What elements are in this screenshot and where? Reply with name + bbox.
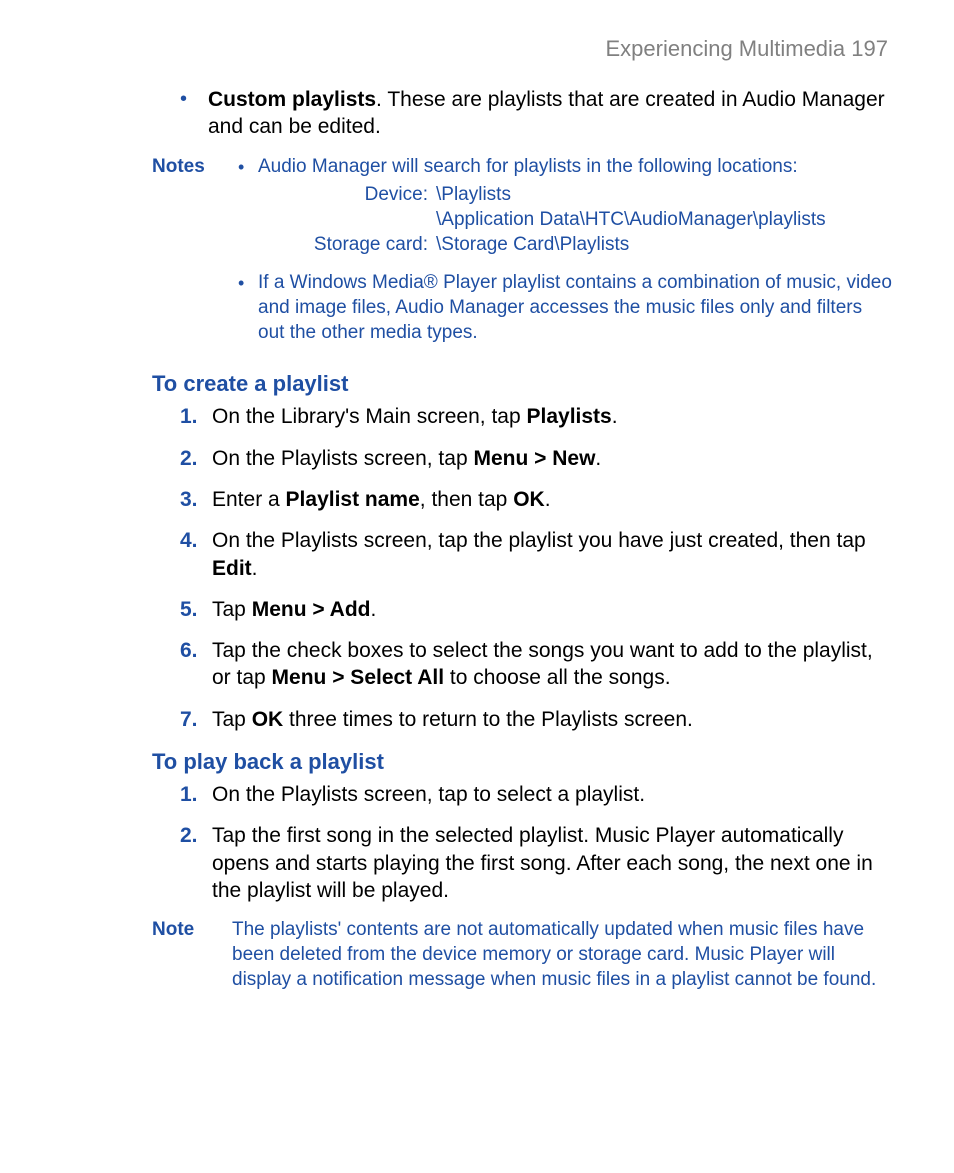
- note-text: If a Windows Media® Player playlist cont…: [258, 271, 892, 345]
- loc-key-empty: [306, 208, 436, 233]
- create-steps: 1. On the Library's Main screen, tap Pla…: [180, 403, 882, 733]
- loc-row-device: Device: \Playlists: [306, 183, 892, 208]
- t: .: [595, 447, 601, 470]
- t: .: [371, 598, 377, 621]
- t: Playlist name: [286, 488, 420, 511]
- step-number: 3.: [180, 486, 212, 513]
- list-item: 1. On the Library's Main screen, tap Pla…: [180, 403, 882, 430]
- t: .: [612, 405, 618, 428]
- locations-table: Device: \Playlists \Application Data\HTC…: [306, 183, 892, 257]
- note-item: • If a Windows Media® Player playlist co…: [238, 271, 892, 345]
- step-text: On the Library's Main screen, tap Playli…: [212, 403, 882, 430]
- t: Menu > New: [473, 447, 595, 470]
- loc-row-card: Storage card: \Storage Card\Playlists: [306, 233, 892, 258]
- t: On the Library's Main screen, tap: [212, 405, 527, 428]
- t: three times to return to the Playlists s…: [283, 708, 693, 731]
- t: Menu > Add: [252, 598, 371, 621]
- step-number: 7.: [180, 706, 212, 733]
- list-item: 4. On the Playlists screen, tap the play…: [180, 527, 882, 582]
- loc-key: Storage card:: [306, 233, 436, 258]
- t: Enter a: [212, 488, 286, 511]
- note-label: Note: [152, 918, 232, 992]
- step-number: 5.: [180, 596, 212, 623]
- t: .: [545, 488, 551, 511]
- running-header: Experiencing Multimedia 197: [62, 36, 892, 62]
- intro-bullet: • Custom playlists. These are playlists …: [180, 86, 892, 141]
- heading-create-playlist: To create a playlist: [152, 371, 892, 397]
- loc-val: \Storage Card\Playlists: [436, 233, 892, 258]
- loc-key: Device:: [306, 183, 436, 208]
- loc-row-device2: \Application Data\HTC\AudioManager\playl…: [306, 208, 892, 233]
- note-text: Audio Manager will search for playlists …: [258, 155, 892, 262]
- notes-label: Notes: [152, 155, 238, 356]
- t: OK: [513, 488, 545, 511]
- page: Experiencing Multimedia 197 • Custom pla…: [0, 0, 954, 992]
- t: OK: [252, 708, 284, 731]
- play-steps: 1. On the Playlists screen, tap to selec…: [180, 781, 882, 904]
- step-text: On the Playlists screen, tap Menu > New.: [212, 445, 882, 472]
- loc-val: \Playlists: [436, 183, 892, 208]
- step-number: 2.: [180, 445, 212, 472]
- note-text: The playlists' contents are not automati…: [232, 918, 892, 992]
- step-number: 2.: [180, 822, 212, 904]
- intro-text: Custom playlists. These are playlists th…: [208, 86, 892, 141]
- step-number: 6.: [180, 637, 212, 692]
- step-text: Tap the first song in the selected playl…: [212, 822, 882, 904]
- t: On the Playlists screen, tap: [212, 447, 473, 470]
- note-block: Note The playlists' contents are not aut…: [152, 918, 892, 992]
- loc-val: \Application Data\HTC\AudioManager\playl…: [436, 208, 892, 233]
- step-text: On the Playlists screen, tap to select a…: [212, 781, 882, 808]
- step-number: 1.: [180, 403, 212, 430]
- t: On the Playlists screen, tap the playlis…: [212, 529, 866, 552]
- t: .: [252, 557, 258, 580]
- t: Edit: [212, 557, 252, 580]
- bullet-icon: •: [238, 271, 258, 345]
- notes-body: • Audio Manager will search for playlist…: [238, 155, 892, 356]
- list-item: 2. On the Playlists screen, tap Menu > N…: [180, 445, 882, 472]
- intro-bold: Custom playlists: [208, 88, 376, 111]
- step-text: Tap OK three times to return to the Play…: [212, 706, 882, 733]
- list-item: 2. Tap the first song in the selected pl…: [180, 822, 882, 904]
- list-item: 1. On the Playlists screen, tap to selec…: [180, 781, 882, 808]
- t: Tap: [212, 708, 252, 731]
- list-item: 5. Tap Menu > Add.: [180, 596, 882, 623]
- step-text: Enter a Playlist name, then tap OK.: [212, 486, 882, 513]
- t: Tap: [212, 598, 252, 621]
- step-number: 1.: [180, 781, 212, 808]
- bullet-icon: •: [238, 155, 258, 262]
- t: Menu > Select All: [272, 666, 445, 689]
- list-item: 7. Tap OK three times to return to the P…: [180, 706, 882, 733]
- heading-play-playlist: To play back a playlist: [152, 749, 892, 775]
- step-text: Tap the check boxes to select the songs …: [212, 637, 882, 692]
- note-item: • Audio Manager will search for playlist…: [238, 155, 892, 262]
- list-item: 6. Tap the check boxes to select the son…: [180, 637, 882, 692]
- notes-block: Notes • Audio Manager will search for pl…: [152, 155, 892, 356]
- list-item: 3. Enter a Playlist name, then tap OK.: [180, 486, 882, 513]
- step-text: On the Playlists screen, tap the playlis…: [212, 527, 882, 582]
- t: , then tap: [420, 488, 513, 511]
- bullet-icon: •: [180, 86, 208, 141]
- note1-lead: Audio Manager will search for playlists …: [258, 156, 798, 177]
- t: to choose all the songs.: [444, 666, 670, 689]
- step-number: 4.: [180, 527, 212, 582]
- step-text: Tap Menu > Add.: [212, 596, 882, 623]
- t: Playlists: [527, 405, 612, 428]
